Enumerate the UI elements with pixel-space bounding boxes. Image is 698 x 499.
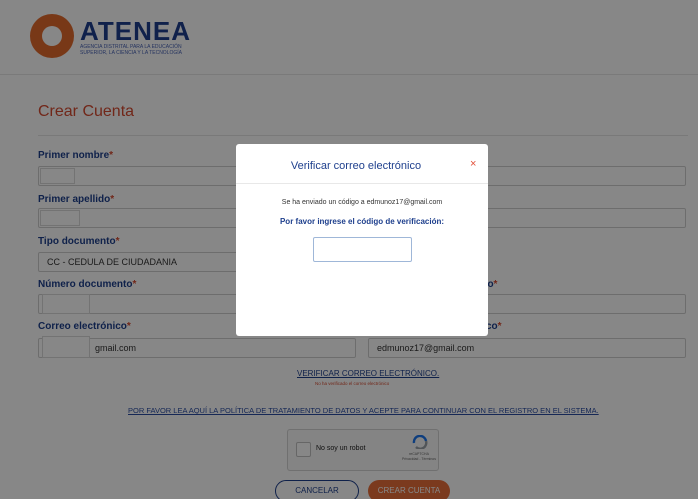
close-icon[interactable]: ×	[470, 158, 476, 170]
code-sent-message: Se ha enviado un código a edmunoz17@gmai…	[281, 199, 443, 206]
modal-divider	[236, 183, 488, 184]
verify-email-modal: Verificar correo electrónico × Se ha env…	[236, 144, 488, 336]
verification-code-input[interactable]	[313, 237, 412, 262]
modal-title: Verificar correo electrónico	[290, 160, 422, 172]
code-prompt: Por favor ingrese el código de verificac…	[279, 217, 445, 226]
